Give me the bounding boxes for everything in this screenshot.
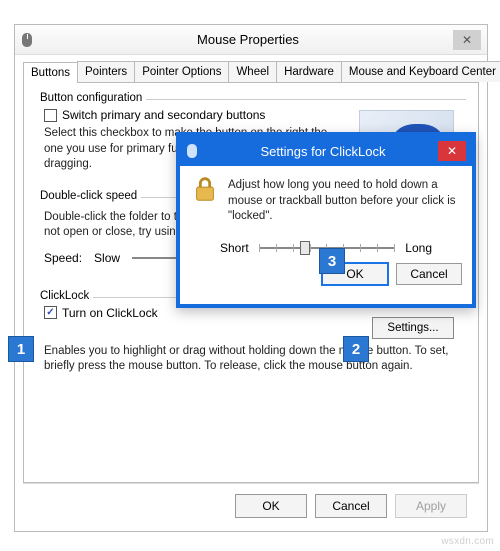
modal-body: Adjust how long you need to hold down a … [180,166,472,233]
clicklock-settings-dialog: Settings for ClickLock ✕ Adjust how long… [176,132,476,308]
slider-thumb[interactable] [300,241,310,255]
close-button[interactable]: ✕ [453,30,481,50]
slider-short-label: Short [220,241,249,255]
group-clicklock: ClickLock Turn on ClickLock Settings... … [36,297,466,385]
tab-pointers[interactable]: Pointers [77,61,135,82]
group-label: ClickLock [36,290,93,302]
group-label: Button configuration [36,92,146,104]
modal-title: Settings for ClickLock [208,144,438,159]
switch-buttons-label: Switch primary and secondary buttons [62,108,265,122]
ok-button[interactable]: OK [235,494,307,518]
group-label: Double-click speed [36,190,141,202]
speed-slow-label: Slow [94,251,120,265]
tab-mouse-keyboard-center[interactable]: Mouse and Keyboard Center [341,61,500,82]
speed-label: Speed: [44,251,82,265]
modal-titlebar[interactable]: Settings for ClickLock ✕ [180,136,472,166]
modal-cancel-button[interactable]: Cancel [396,263,462,285]
tab-wheel[interactable]: Wheel [228,61,277,82]
dialog-button-row: OK Cancel Apply [23,483,479,528]
slider-long-label: Long [405,241,432,255]
switch-buttons-checkbox[interactable] [44,109,57,122]
mouse-icon [186,143,202,159]
window-title: Mouse Properties [43,32,453,47]
titlebar[interactable]: Mouse Properties ✕ [15,25,487,55]
cancel-button[interactable]: Cancel [315,494,387,518]
clicklock-checkbox-label: Turn on ClickLock [62,306,158,320]
tab-pointer-options[interactable]: Pointer Options [134,61,229,82]
modal-close-button[interactable]: ✕ [438,141,466,161]
tab-strip: Buttons Pointers Pointer Options Wheel H… [23,61,479,83]
apply-button: Apply [395,494,467,518]
clicklock-help: Enables you to highlight or drag without… [44,344,458,375]
lock-icon [190,174,220,204]
modal-help: Adjust how long you need to hold down a … [228,178,462,225]
clicklock-checkbox[interactable] [44,306,57,319]
callout-1: 1 [8,336,34,362]
tab-hardware[interactable]: Hardware [276,61,342,82]
watermark: wsxdn.com [441,536,494,547]
clicklock-settings-button[interactable]: Settings... [372,317,454,339]
mouse-icon [21,32,37,48]
callout-2: 2 [343,336,369,362]
callout-3: 3 [319,248,345,274]
tab-buttons[interactable]: Buttons [23,62,78,83]
